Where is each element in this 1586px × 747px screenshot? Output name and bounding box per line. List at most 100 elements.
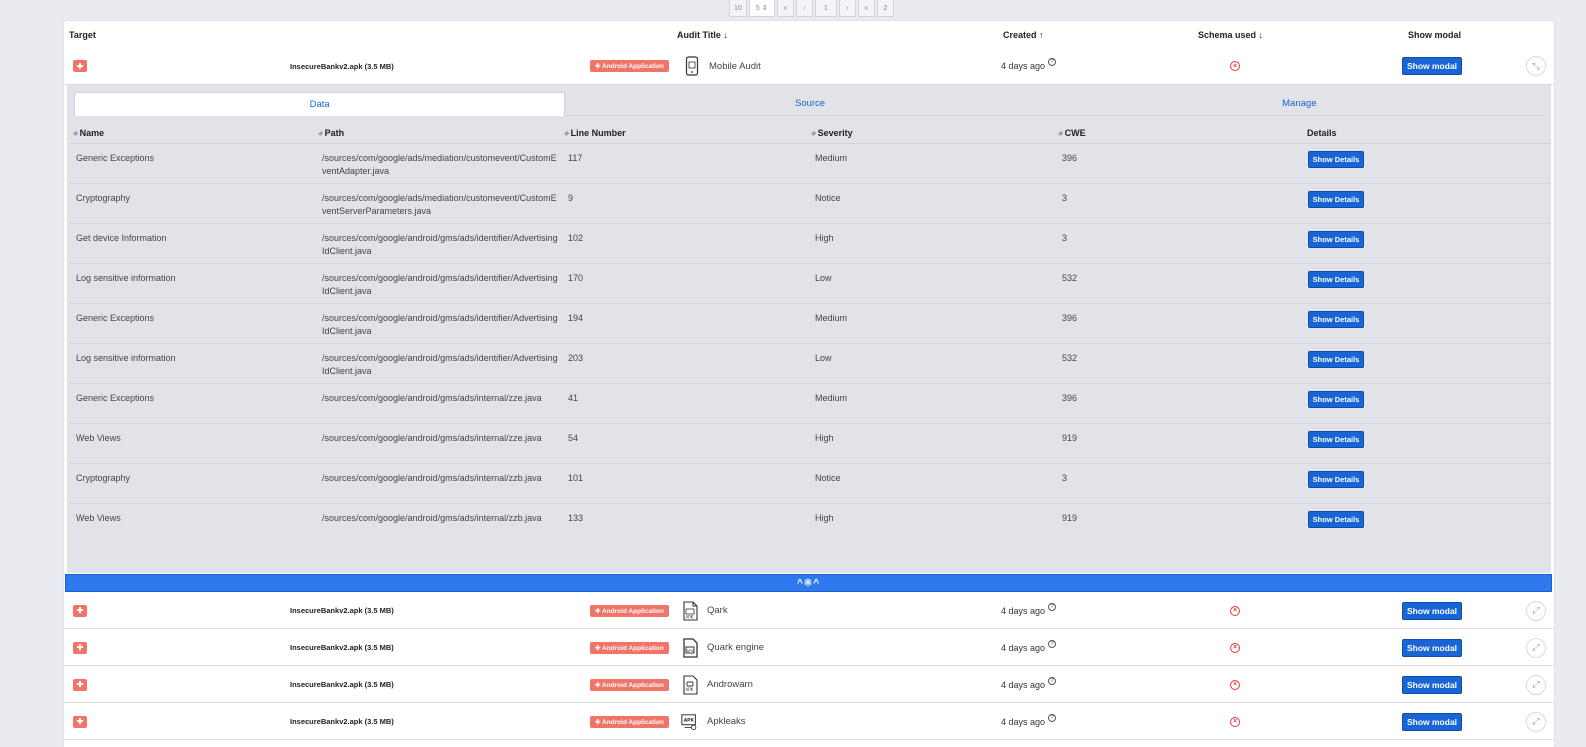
- next-page-button[interactable]: ›: [838, 0, 856, 17]
- schema-error-icon: ×: [1230, 642, 1240, 653]
- created-time: 4 days ago: [1001, 716, 1046, 727]
- audit-title: Qark: [707, 605, 728, 616]
- show-modal-button[interactable]: Show modal: [1402, 712, 1462, 731]
- finding-row: Generic Exceptions /sources/com/google/a…: [70, 384, 1551, 424]
- finding-name: Cryptography: [76, 193, 131, 203]
- finding-path: /sources/com/google/android/gms/ads/inte…: [322, 393, 542, 403]
- finding-line: 102: [568, 233, 584, 243]
- finding-path: /sources/com/google/android/gms/ads/inte…: [322, 513, 542, 523]
- help-icon[interactable]: ?: [1048, 676, 1057, 685]
- sort-icon: ◆: [318, 131, 323, 137]
- header-target[interactable]: Target: [69, 30, 96, 40]
- finding-name: Web Views: [76, 433, 121, 443]
- show-modal-button[interactable]: Show modal: [1402, 601, 1462, 620]
- audit-title: Quark engine: [707, 642, 765, 653]
- show-modal-button[interactable]: Show modal: [1402, 57, 1462, 75]
- header-severity[interactable]: ◆ Severity: [811, 128, 853, 138]
- header-path[interactable]: ◆ Path: [318, 128, 344, 138]
- prev-page-button[interactable]: ‹: [795, 0, 813, 17]
- last-page-button[interactable]: »: [857, 0, 875, 17]
- show-details-button[interactable]: Show Details: [1308, 471, 1364, 488]
- finding-line: 117: [568, 153, 583, 163]
- created-time: 4 days ago: [1001, 679, 1046, 690]
- show-details-button[interactable]: Show Details: [1308, 311, 1364, 328]
- sort-icon: ◆: [1058, 131, 1063, 137]
- finding-severity: Medium: [815, 313, 848, 323]
- show-modal-button[interactable]: Show modal: [1402, 675, 1462, 694]
- target-file: InsecureBankv2.apk (3.5 MB): [290, 643, 394, 652]
- apk-leak-icon: APK: [681, 712, 699, 732]
- finding-cwe: 396: [1062, 313, 1078, 323]
- android-application-badge: ✚ Android Application: [590, 604, 669, 617]
- expand-row-icon[interactable]: ⤢: [1526, 674, 1546, 695]
- finding-line: 194: [568, 313, 584, 323]
- help-icon[interactable]: ?: [1048, 639, 1057, 648]
- android-target-icon: ✚: [73, 641, 87, 654]
- show-details-button[interactable]: Show Details: [1308, 351, 1364, 368]
- android-target-icon: ✚: [73, 60, 87, 72]
- expand-row-icon[interactable]: ⤢: [1526, 637, 1546, 658]
- page-size-select[interactable]: 5 ⇕: [748, 0, 775, 17]
- android-application-badge: ✚ Android Application: [590, 715, 669, 728]
- help-icon[interactable]: ?: [1048, 58, 1057, 66]
- finding-path: /sources/com/google/android/gms/ads/iden…: [322, 313, 558, 336]
- show-details-button[interactable]: Show Details: [1308, 391, 1364, 408]
- svg-text:APK: APK: [686, 614, 694, 619]
- header-audit-title[interactable]: Audit Title ↓: [677, 30, 728, 40]
- target-file: InsecureBankv2.apk (3.5 MB): [290, 61, 394, 71]
- tab-manage[interactable]: Manage: [1054, 92, 1544, 116]
- finding-name: Generic Exceptions: [76, 153, 155, 163]
- table-row: ✚ InsecureBankv2.apk (3.5 MB) ✚ Android …: [64, 593, 1554, 629]
- header-created[interactable]: Created ↑: [1003, 30, 1044, 40]
- show-details-button[interactable]: Show Details: [1308, 511, 1364, 528]
- first-page-button[interactable]: «: [776, 0, 794, 17]
- header-cwe[interactable]: ◆ CWE: [1058, 128, 1086, 138]
- show-details-button[interactable]: Show Details: [1308, 431, 1364, 448]
- finding-path: /sources/com/google/android/gms/ads/iden…: [322, 233, 558, 256]
- tab-source[interactable]: Source: [565, 92, 1055, 116]
- audit-title: Mobile Audit: [709, 60, 761, 72]
- android-application-badge: ✚ Android Application: [590, 641, 669, 654]
- finding-row: Generic Exceptions /sources/com/google/a…: [70, 304, 1551, 344]
- finding-cwe: 532: [1062, 353, 1078, 363]
- table-row: ✚ InsecureBankv2.apk (3.5 MB) ✚ Android …: [64, 630, 1554, 666]
- finding-severity: Low: [815, 353, 832, 363]
- finding-row: Get device Information /sources/com/goog…: [70, 224, 1551, 264]
- finding-line: 101: [568, 473, 584, 483]
- target-file: InsecureBankv2.apk (3.5 MB): [290, 606, 394, 615]
- page-size-option[interactable]: 10: [729, 0, 747, 17]
- finding-line: 9: [568, 193, 574, 203]
- select-arrows-icon: ⇕: [761, 5, 768, 12]
- help-icon[interactable]: ?: [1048, 602, 1057, 611]
- show-details-button[interactable]: Show Details: [1308, 191, 1364, 208]
- header-name[interactable]: ◆ Name: [73, 128, 104, 138]
- total-pages: 2: [876, 0, 894, 17]
- header-line-number[interactable]: ◆ Line Number: [564, 128, 626, 138]
- show-details-button[interactable]: Show Details: [1308, 151, 1364, 168]
- target-file: InsecureBankv2.apk (3.5 MB): [290, 680, 394, 689]
- finding-name: Generic Exceptions: [76, 313, 155, 323]
- show-details-button[interactable]: Show Details: [1308, 271, 1364, 288]
- finding-path: /sources/com/google/ads/mediation/custom…: [322, 193, 557, 216]
- audit-details-panel: Data Source Manage ◆ Name ◆ Path ◆ Line Num…: [67, 85, 1551, 589]
- header-details: Details: [1307, 128, 1337, 138]
- help-icon[interactable]: ?: [1048, 713, 1057, 722]
- show-modal-button[interactable]: Show modal: [1402, 638, 1462, 657]
- schema-error-icon: ×: [1230, 716, 1240, 727]
- expand-row-icon[interactable]: ⤢: [1526, 711, 1546, 732]
- header-schema-used[interactable]: Schema used ↓: [1198, 30, 1263, 40]
- tab-data[interactable]: Data: [74, 92, 566, 116]
- svg-text:APK: APK: [687, 647, 695, 652]
- current-page[interactable]: 1: [814, 0, 837, 17]
- schema-error-icon: ×: [1230, 679, 1240, 690]
- expand-row-icon[interactable]: ⤢: [1526, 600, 1546, 621]
- table-row: ✚ InsecureBankv2.apk (3.5 MB) ✚ Android …: [64, 48, 1554, 85]
- collapse-bar[interactable]: ^※^: [65, 574, 1552, 592]
- svg-text:APK: APK: [684, 717, 695, 723]
- sort-icon: ◆: [564, 131, 569, 137]
- show-details-button[interactable]: Show Details: [1308, 231, 1364, 248]
- collapse-row-icon[interactable]: ⤡: [1526, 56, 1546, 76]
- finding-severity: High: [815, 433, 834, 443]
- apk-file-icon: APK: [681, 600, 699, 621]
- finding-severity: High: [815, 233, 834, 243]
